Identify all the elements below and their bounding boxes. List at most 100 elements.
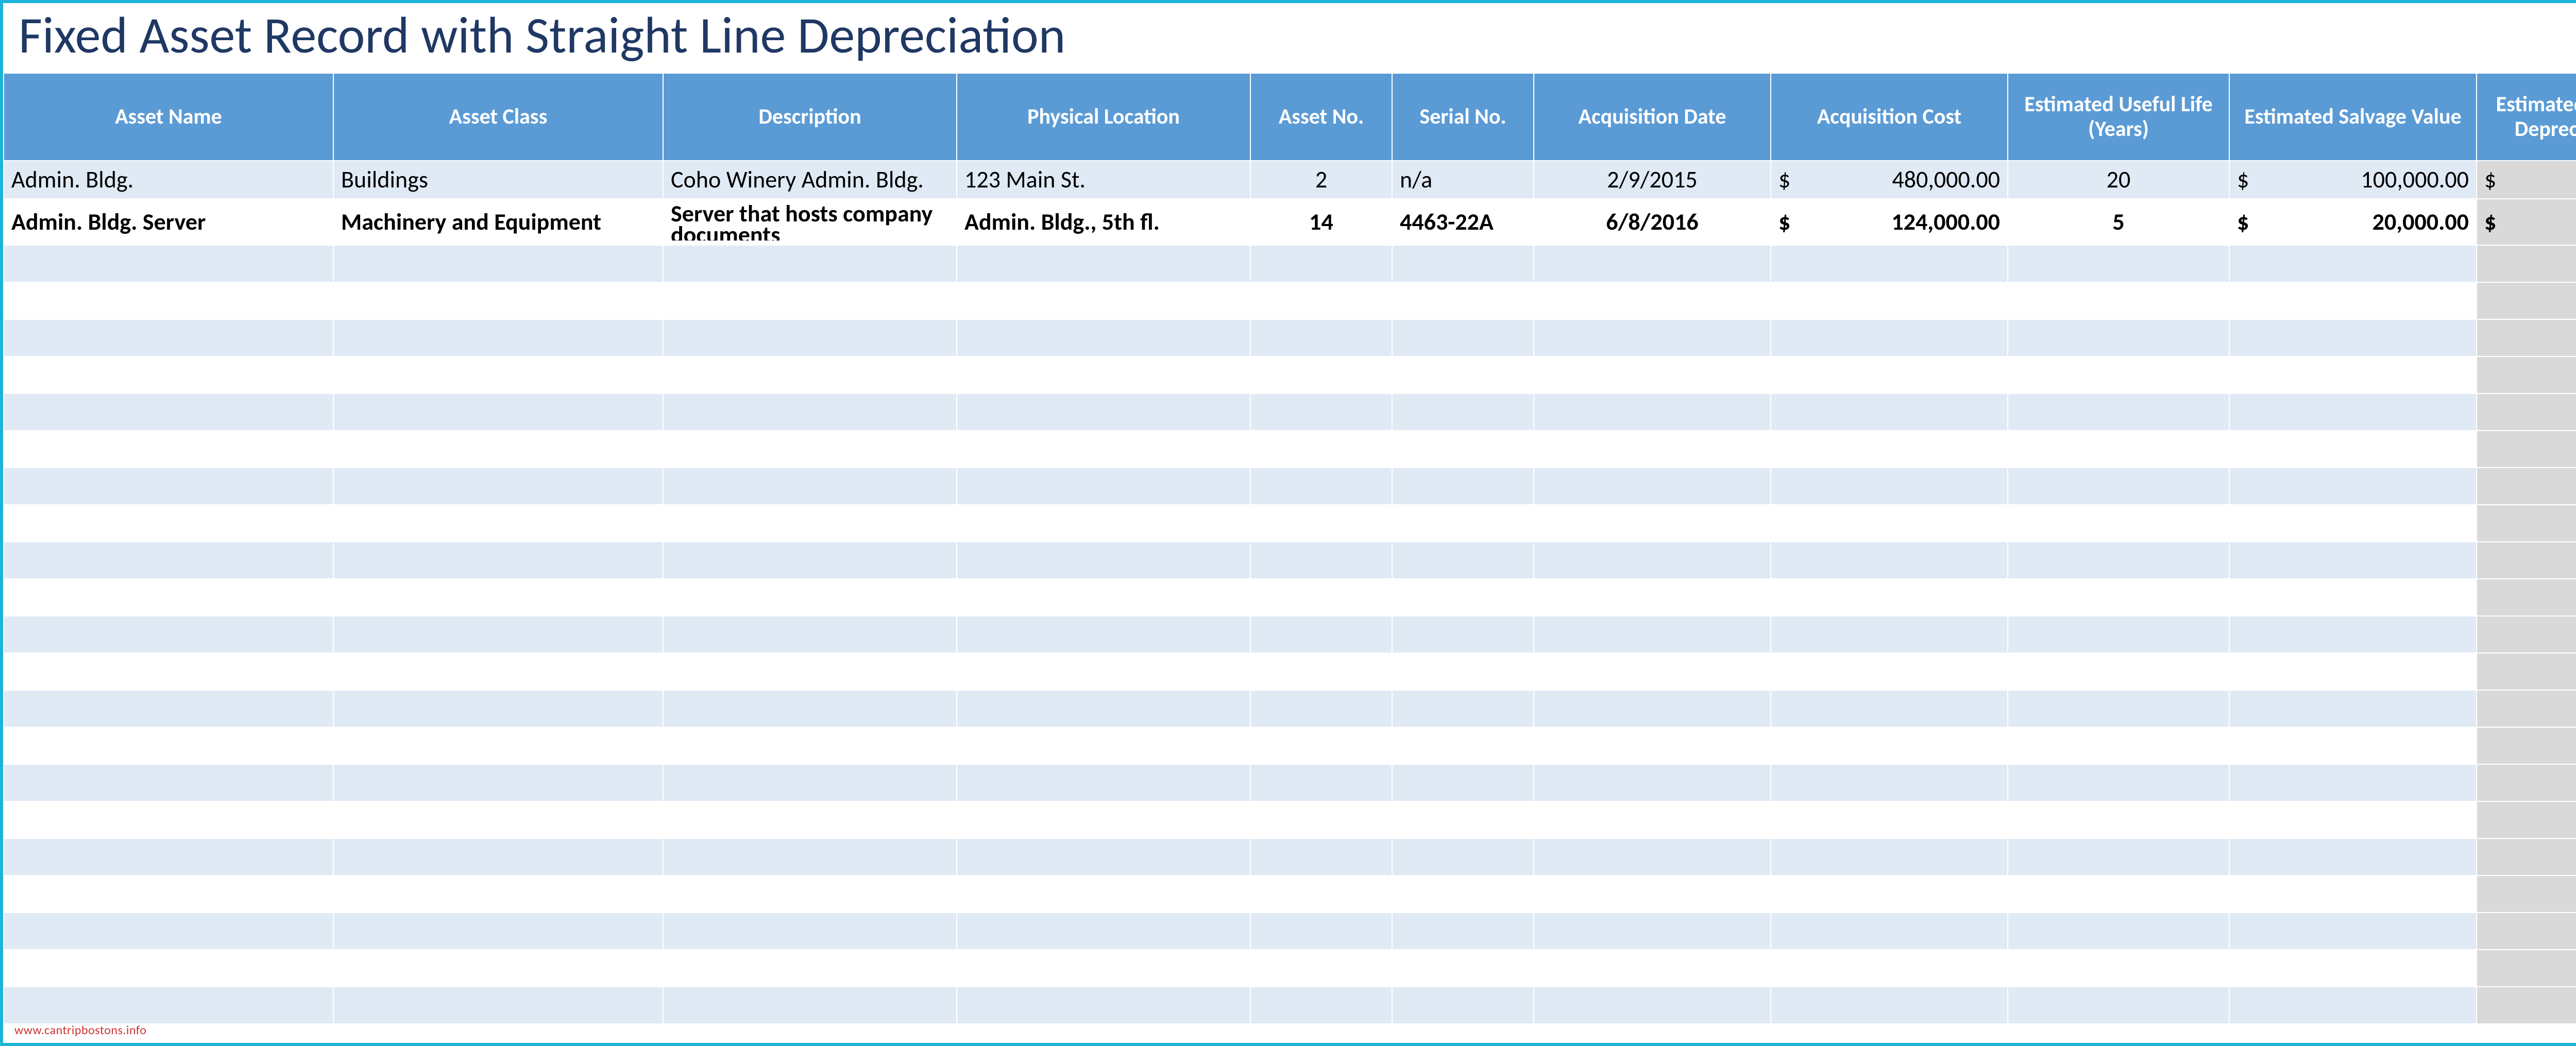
cell[interactable] <box>957 690 1250 727</box>
cell[interactable] <box>333 468 663 505</box>
cell[interactable] <box>4 356 333 393</box>
cell[interactable] <box>1534 356 1771 393</box>
cell[interactable] <box>2008 690 2229 727</box>
cell[interactable] <box>2477 393 2576 431</box>
cell[interactable] <box>1250 950 1392 987</box>
cell[interactable]: 14 <box>1250 199 1392 245</box>
cell[interactable] <box>1534 505 1771 542</box>
cell[interactable] <box>957 950 1250 987</box>
cell[interactable] <box>1771 838 2008 876</box>
cell[interactable] <box>663 727 957 764</box>
cell[interactable] <box>1250 838 1392 876</box>
cell[interactable] <box>2477 913 2576 950</box>
cell[interactable] <box>1534 245 1771 282</box>
cell[interactable] <box>2008 431 2229 468</box>
cell[interactable] <box>1534 653 1771 690</box>
cell[interactable] <box>4 764 333 801</box>
cell[interactable] <box>2008 245 2229 282</box>
cell[interactable] <box>2477 468 2576 505</box>
cell[interactable] <box>4 468 333 505</box>
cell[interactable] <box>2229 282 2477 319</box>
col-serial-no[interactable]: Serial No. <box>1392 73 1534 161</box>
cell[interactable] <box>957 764 1250 801</box>
cell[interactable] <box>2229 727 2477 764</box>
cell[interactable] <box>1250 393 1392 431</box>
cell[interactable] <box>333 579 663 616</box>
cell[interactable] <box>1392 876 1534 913</box>
cell[interactable] <box>1392 542 1534 579</box>
cell[interactable] <box>2477 505 2576 542</box>
cell[interactable] <box>1534 542 1771 579</box>
cell[interactable] <box>2008 838 2229 876</box>
cell[interactable] <box>663 505 957 542</box>
cell[interactable] <box>4 542 333 579</box>
cell[interactable]: 2/9/2015 <box>1534 161 1771 199</box>
cell[interactable] <box>333 987 663 1024</box>
cell[interactable] <box>1392 987 1534 1024</box>
cell[interactable] <box>957 987 1250 1024</box>
cell[interactable] <box>333 913 663 950</box>
cell[interactable] <box>2229 356 2477 393</box>
cell[interactable] <box>4 950 333 987</box>
cell[interactable] <box>4 801 333 838</box>
cell[interactable] <box>957 913 1250 950</box>
cell[interactable] <box>1250 616 1392 653</box>
cell[interactable] <box>2008 801 2229 838</box>
cell[interactable] <box>2229 987 2477 1024</box>
cell[interactable]: Machinery and Equipment <box>333 199 663 245</box>
cell[interactable] <box>1534 690 1771 727</box>
cell[interactable] <box>1771 690 2008 727</box>
cell[interactable] <box>2477 876 2576 913</box>
cell[interactable] <box>4 245 333 282</box>
cell[interactable] <box>957 653 1250 690</box>
cell[interactable] <box>1392 282 1534 319</box>
cell[interactable] <box>2229 468 2477 505</box>
cell[interactable] <box>2477 431 2576 468</box>
cell[interactable] <box>1392 653 1534 690</box>
cell[interactable] <box>1534 764 1771 801</box>
cell[interactable] <box>1392 356 1534 393</box>
cell[interactable] <box>957 505 1250 542</box>
cell[interactable] <box>2008 319 2229 356</box>
cell[interactable] <box>663 876 957 913</box>
cell[interactable] <box>663 319 957 356</box>
cell[interactable] <box>663 393 957 431</box>
cell[interactable] <box>1534 838 1771 876</box>
cell[interactable] <box>2229 542 2477 579</box>
cell[interactable] <box>663 690 957 727</box>
cell[interactable] <box>2477 319 2576 356</box>
cell[interactable] <box>1771 876 2008 913</box>
cell[interactable] <box>2008 505 2229 542</box>
cell[interactable] <box>2477 838 2576 876</box>
cell[interactable] <box>663 950 957 987</box>
cell[interactable] <box>1250 801 1392 838</box>
col-location[interactable]: Physical Location <box>957 73 1250 161</box>
cell[interactable] <box>2229 950 2477 987</box>
cell[interactable]: Server that hosts company documents <box>663 199 957 245</box>
cell[interactable] <box>1771 319 2008 356</box>
cell[interactable] <box>1771 764 2008 801</box>
cell[interactable] <box>1771 542 2008 579</box>
cell[interactable] <box>1771 579 2008 616</box>
cell[interactable] <box>1534 393 1771 431</box>
cell[interactable] <box>2008 393 2229 431</box>
cell[interactable] <box>4 727 333 764</box>
cell[interactable] <box>2477 987 2576 1024</box>
cell[interactable] <box>2008 579 2229 616</box>
col-asset-no[interactable]: Asset No. <box>1250 73 1392 161</box>
cell[interactable] <box>1771 801 2008 838</box>
cell[interactable] <box>663 913 957 950</box>
cell[interactable] <box>957 393 1250 431</box>
cell[interactable] <box>2229 579 2477 616</box>
cell[interactable] <box>1534 282 1771 319</box>
cell[interactable]: $ 19,000.00 <box>2477 161 2576 199</box>
cell[interactable]: $ 124,000.00 <box>1771 199 2008 245</box>
cell[interactable] <box>957 282 1250 319</box>
cell[interactable] <box>2477 542 2576 579</box>
cell[interactable] <box>1534 987 1771 1024</box>
cell[interactable] <box>4 653 333 690</box>
cell[interactable] <box>2477 579 2576 616</box>
cell[interactable] <box>1771 356 2008 393</box>
cell[interactable] <box>333 690 663 727</box>
cell[interactable] <box>1534 876 1771 913</box>
